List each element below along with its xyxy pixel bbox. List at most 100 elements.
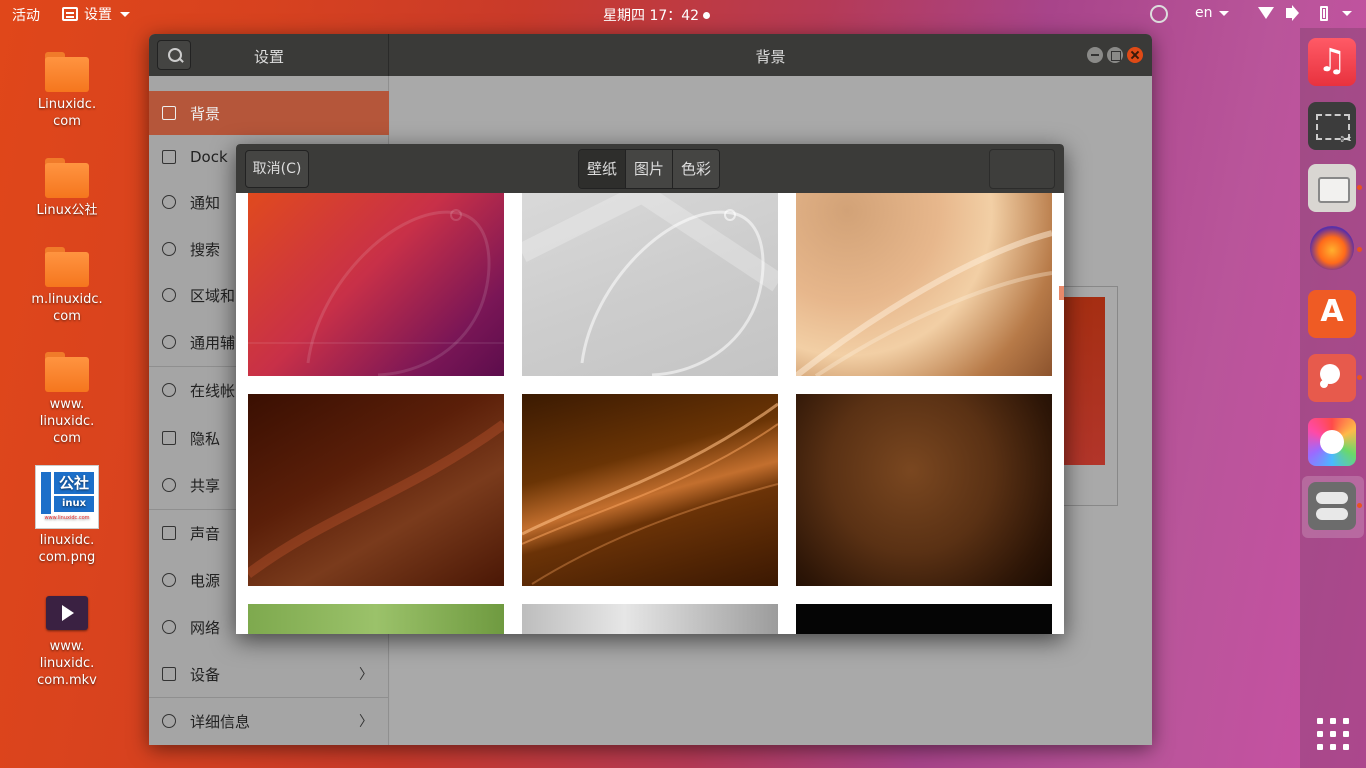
folder-icon (45, 352, 89, 392)
show-applications-icon[interactable] (1317, 718, 1349, 750)
music-note-icon (162, 526, 176, 540)
folder-icon (45, 52, 89, 92)
share-icon (162, 478, 176, 492)
sidebar-item-label: 隐私 (190, 429, 221, 448)
maximize-button[interactable] (1107, 47, 1123, 63)
battery-icon (1320, 6, 1328, 21)
divider (149, 697, 389, 698)
sidebar-item-label: 网络 (190, 618, 221, 637)
power-icon (162, 573, 176, 587)
sidebar-title: 设置 (253, 48, 284, 66)
activities-button[interactable]: 活动 (12, 5, 40, 25)
desktop-folder[interactable]: Linuxidc. com (12, 52, 122, 130)
app-menu[interactable]: 设置 (62, 4, 130, 24)
app-menu-label: 设置 (84, 7, 112, 23)
accessibility-icon (162, 335, 176, 349)
window-header: 设置 背景 (149, 34, 1152, 76)
chevron-right-icon: 〉 (359, 714, 373, 730)
sidebar-item-label: 声音 (190, 524, 221, 543)
dock-icon (162, 150, 176, 164)
desktop-item-label: www. linuxidc. com (39, 397, 95, 446)
info-icon (162, 714, 176, 728)
lock-icon (162, 431, 176, 445)
close-button[interactable] (1127, 47, 1143, 63)
tab-colors[interactable]: 色彩 (673, 150, 720, 188)
sidebar-item-label: 共享 (190, 476, 221, 495)
chevron-down-icon (120, 11, 130, 17)
sidebar-header: 设置 (149, 34, 389, 76)
video-icon (46, 596, 88, 630)
software-center-icon[interactable] (1308, 290, 1356, 338)
minimize-button[interactable] (1087, 47, 1103, 63)
dialog-header: 取消(C) 壁纸 图片 色彩 (236, 144, 1064, 193)
chevron-down-icon (1342, 11, 1352, 16)
input-method-icon[interactable] (1150, 5, 1168, 23)
scrollbar[interactable] (1059, 286, 1064, 300)
settings-icon[interactable] (1308, 482, 1362, 530)
chevron-right-icon: 〉 (359, 667, 373, 683)
sidebar-item-label: 区域和 (190, 286, 236, 305)
desktop-item-label: Linuxidc. com (37, 97, 97, 129)
desktop-video-file[interactable]: www. linuxidc. com.mkv (12, 596, 122, 689)
cancel-button[interactable]: 取消(C) (245, 150, 309, 188)
settings-app-icon (62, 7, 78, 21)
wallpaper-thumbnail[interactable] (796, 604, 1052, 634)
search-icon (162, 242, 176, 256)
running-indicator (1357, 503, 1362, 508)
desktop-folder[interactable]: www. linuxidc. com (12, 352, 122, 447)
desktop-image-file[interactable]: 公社 inux www.linuxidc.com linuxidc. com.p… (12, 466, 122, 566)
sidebar-item-label: 在线帐 (190, 381, 236, 400)
logo-text: www.linuxidc.com (44, 515, 90, 521)
lock-screen-preview[interactable] (1060, 286, 1118, 506)
clock-label: 星期四 17：42 (603, 8, 700, 24)
wallpaper-dialog: 取消(C) 壁纸 图片 色彩 (236, 144, 1064, 634)
select-button[interactable] (989, 149, 1055, 189)
wallpaper-thumbnail[interactable] (248, 394, 504, 586)
wifi-icon (1258, 7, 1274, 19)
folder-icon (45, 158, 89, 198)
sidebar-item-background[interactable]: 背景 (149, 91, 389, 135)
tab-wallpapers[interactable]: 壁纸 (579, 150, 627, 188)
image-thumbnail: 公社 inux www.linuxidc.com (36, 466, 98, 528)
wallpaper-thumbnail[interactable] (248, 604, 504, 634)
globe-icon (162, 288, 176, 302)
bell-icon (162, 195, 176, 209)
sidebar-item-label: 通用辅 (190, 333, 236, 352)
screen-recorder-icon[interactable] (1308, 354, 1362, 402)
rhythmbox-icon[interactable] (1308, 38, 1356, 86)
firefox-icon[interactable] (1310, 226, 1362, 270)
devices-icon (162, 667, 176, 681)
desktop-item-label: m.linuxidc. com (31, 292, 103, 324)
desktop-item-label: Linux公社 (36, 203, 98, 218)
sidebar-item-label: 设备 (190, 665, 221, 684)
running-indicator (1357, 375, 1362, 380)
volume-icon (1286, 8, 1292, 18)
globe-icon (162, 383, 176, 397)
desktop-folder[interactable]: m.linuxidc. com (12, 247, 122, 325)
wallpaper-grid (236, 193, 1064, 634)
files-icon[interactable] (1308, 164, 1362, 212)
color-picker-icon[interactable] (1308, 418, 1356, 466)
source-switcher: 壁纸 图片 色彩 (578, 149, 721, 189)
wallpaper-thumbnail[interactable] (522, 193, 778, 376)
chevron-down-icon (1218, 10, 1229, 16)
sidebar-item-devices[interactable]: 设备 〉 (149, 652, 389, 696)
sidebar-item-details[interactable]: 详细信息 〉 (149, 699, 389, 743)
wallpaper-thumbnail[interactable] (248, 193, 504, 376)
wallpaper-thumbnail[interactable] (522, 604, 778, 634)
desktop-folder[interactable]: Linux公社 (12, 158, 122, 219)
folder-icon (45, 247, 89, 287)
clock[interactable]: 星期四 17：42 (603, 5, 711, 25)
wallpaper-thumbnail[interactable] (796, 394, 1052, 586)
tab-pictures[interactable]: 图片 (626, 150, 674, 188)
desktop-item-label: linuxidc. com.png (38, 533, 96, 565)
wallpaper-thumbnail[interactable] (796, 193, 1052, 376)
sidebar-item-label: 搜索 (190, 240, 221, 259)
screenshot-icon[interactable] (1308, 102, 1356, 150)
wallpaper-thumbnail[interactable] (522, 394, 778, 586)
notification-dot-icon (703, 11, 711, 19)
display-icon (162, 106, 176, 120)
dock (1300, 28, 1366, 768)
sidebar-item-label: 背景 (190, 104, 221, 123)
language-indicator[interactable]: en (1195, 5, 1229, 21)
